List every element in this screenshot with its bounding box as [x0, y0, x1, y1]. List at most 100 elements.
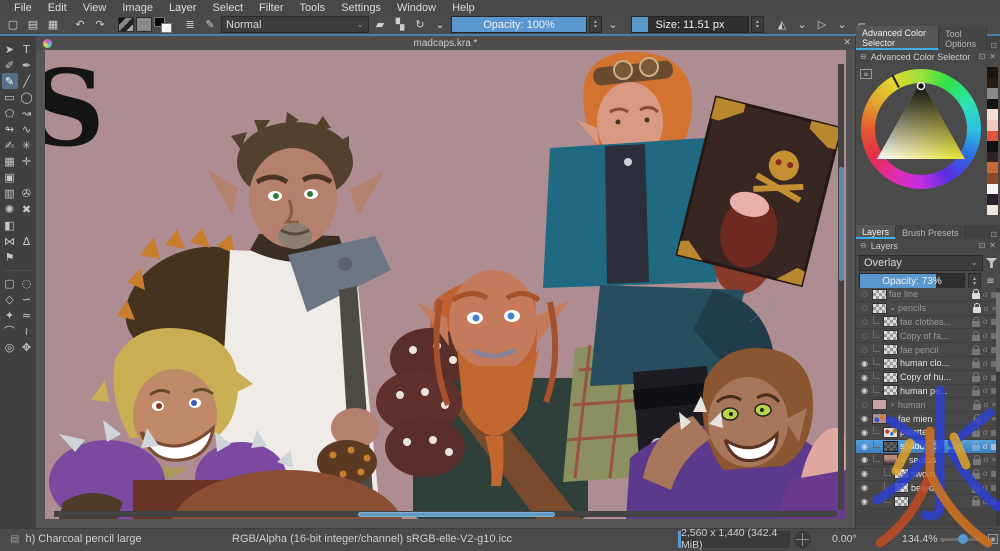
tool-calligraphy[interactable]: ✒ — [19, 57, 35, 73]
layer-name[interactable]: seoras — [909, 455, 971, 465]
history-swatch[interactable] — [987, 120, 998, 131]
layer-thumbnail[interactable] — [894, 482, 909, 493]
alpha-lock-icon[interactable]: α — [983, 386, 988, 395]
visibility-hidden-icon[interactable]: ○ — [859, 318, 870, 326]
eraser-mode-button[interactable]: ▰ — [371, 16, 389, 33]
history-swatch[interactable] — [987, 109, 998, 120]
alpha-lock-icon[interactable]: α — [984, 304, 989, 313]
layer-row-fae-clothes-[interactable]: ○fae clothes...α▦ — [856, 316, 1000, 330]
lock-open-icon[interactable] — [972, 500, 980, 506]
layer-name[interactable]: beard — [911, 483, 970, 493]
visibility-hidden-icon[interactable]: ○ — [859, 401, 870, 409]
layer-name[interactable]: fae mien — [898, 414, 971, 424]
expand-chevron-icon[interactable]: ⌄ — [889, 304, 896, 312]
zoom-fit-button[interactable]: ▣ — [988, 534, 998, 544]
layer-thumbnail[interactable] — [883, 454, 898, 465]
tool-ellipse[interactable]: ◯ — [19, 89, 35, 105]
menu-window[interactable]: Window — [389, 2, 444, 14]
filter-funnel-icon[interactable] — [986, 258, 997, 268]
tool-dynamic-brush[interactable]: ✍ — [2, 137, 18, 153]
layer-row-beard[interactable]: ◉beardα▦ — [856, 481, 1000, 495]
alpha-lock-icon[interactable]: α — [983, 345, 988, 354]
menu-edit[interactable]: Edit — [40, 2, 75, 14]
visibility-eye-icon[interactable]: ◉ — [859, 469, 870, 478]
chevron-down-icon[interactable]: ⌄ — [833, 16, 851, 33]
layer-thumbnail[interactable] — [883, 385, 898, 396]
tool-transform[interactable]: ▦ — [2, 153, 18, 169]
chevron-down-icon[interactable]: ⌄ — [793, 16, 811, 33]
tool-crop[interactable]: ▣ — [2, 169, 18, 185]
layer-blending-mode-select[interactable]: Overlay ⌄ — [859, 255, 983, 271]
canvas-rotation-dial[interactable] — [794, 531, 811, 548]
document-size-label[interactable]: 2,560 x 1,440 (342.4 MiB) — [678, 531, 790, 548]
close-icon[interactable]: ✕ — [839, 38, 855, 48]
mirror-vertical-button[interactable]: ▷ — [813, 16, 831, 33]
layer-name[interactable]: fae clothes... — [900, 317, 970, 327]
layers-header[interactable]: ⊖ Layers ⊡ ✕ — [856, 239, 1000, 252]
pattern-chooser[interactable] — [136, 17, 152, 32]
layer-name[interactable]: fae line — [889, 289, 970, 299]
visibility-eye-icon[interactable]: ◉ — [859, 373, 870, 382]
layer-row-fae-pencil[interactable]: ○fae pencilα▦ — [856, 343, 1000, 357]
tool-polyline[interactable]: ↝ — [19, 105, 35, 121]
history-swatch[interactable] — [987, 131, 998, 142]
lock-open-icon[interactable] — [972, 431, 980, 437]
mirror-horizontal-button[interactable]: ◭ — [773, 16, 791, 33]
tool-rectangle[interactable]: ▭ — [2, 89, 18, 105]
visibility-hidden-icon[interactable]: ○ — [859, 346, 870, 354]
tool-freehand-select[interactable]: ∽ — [19, 291, 35, 307]
redo-button[interactable]: ↷ — [91, 16, 109, 33]
layer-row-human-pe-[interactable]: ◉human pe...α▦ — [856, 385, 1000, 399]
history-swatch[interactable] — [987, 173, 998, 184]
menu-file[interactable]: File — [6, 2, 40, 14]
collapse-chevron-icon[interactable]: › — [889, 401, 896, 409]
alpha-lock-icon[interactable]: α — [983, 428, 988, 437]
history-swatch[interactable] — [987, 194, 998, 205]
opacity-spinner[interactable]: ▴▾ — [589, 16, 602, 33]
docker-detach-icon[interactable]: ⊡ — [987, 41, 1000, 50]
alpha-lock-icon[interactable]: α — [984, 455, 989, 464]
tool-fill[interactable]: ◧ — [2, 217, 18, 233]
alpha-lock-icon[interactable]: α — [983, 497, 988, 506]
current-brush-label[interactable]: h) Charcoal pencil large — [25, 533, 141, 545]
layer-row-seoras[interactable]: ◉⌄seorasα≡ — [856, 454, 1000, 468]
chevron-down-icon[interactable]: ⌄ — [604, 16, 622, 33]
lock-closed-icon[interactable] — [973, 307, 981, 313]
tab-brush-presets[interactable]: Brush Presets — [896, 226, 966, 239]
layer-name[interactable]: sword — [911, 469, 970, 479]
alpha-lock-icon[interactable]: α — [983, 469, 988, 478]
visibility-hidden-icon[interactable]: ○ — [859, 290, 870, 298]
tool-edit-shapes[interactable]: ✐ — [2, 57, 18, 73]
selector-settings-icon[interactable]: ≡ — [860, 69, 872, 79]
layer-row-partial[interactable]: ◉α▦ — [856, 495, 1000, 509]
tool-text[interactable]: T — [19, 41, 35, 57]
visibility-eye-icon[interactable]: ◉ — [859, 483, 870, 492]
layer-name[interactable]: Copy of fa... — [900, 331, 970, 341]
tool-rect-select[interactable]: ▢ — [2, 275, 18, 291]
alpha-lock-icon[interactable]: α — [983, 442, 988, 451]
tool-gradient[interactable]: ▥ — [2, 185, 18, 201]
layer-list-scrollbar[interactable] — [996, 288, 1000, 526]
lock-open-icon[interactable] — [972, 473, 980, 479]
menu-filter[interactable]: Filter — [251, 2, 291, 14]
menu-settings[interactable]: Settings — [333, 2, 389, 14]
layer-name[interactable]: human — [898, 400, 971, 410]
layer-options-menu-icon[interactable]: ≡ — [984, 276, 997, 287]
tool-move[interactable]: ✛ — [19, 153, 35, 169]
lock-open-icon[interactable] — [973, 459, 981, 465]
layer-name[interactable]: human pe... — [900, 386, 970, 396]
lock-open-icon[interactable] — [972, 362, 980, 368]
visibility-eye-icon[interactable]: ◉ — [859, 386, 870, 395]
menu-view[interactable]: View — [75, 2, 115, 14]
layer-row-human-clo-[interactable]: ◉human clo...α▦ — [856, 357, 1000, 371]
history-swatch[interactable] — [987, 88, 998, 99]
chevron-down-icon[interactable]: ⌄ — [431, 16, 449, 33]
layer-name[interactable]: human clo... — [900, 358, 970, 368]
visibility-eye-icon[interactable]: ◉ — [859, 455, 870, 464]
new-document-button[interactable]: ▢ — [4, 16, 22, 33]
alpha-lock-icon[interactable]: α — [983, 483, 988, 492]
advanced-color-selector[interactable]: ≡ ↻ ⊘ — [856, 63, 1000, 223]
visibility-eye-icon[interactable]: ◉ — [859, 497, 870, 506]
tool-line[interactable]: ╱ — [19, 73, 35, 89]
lock-open-icon[interactable] — [972, 349, 980, 355]
